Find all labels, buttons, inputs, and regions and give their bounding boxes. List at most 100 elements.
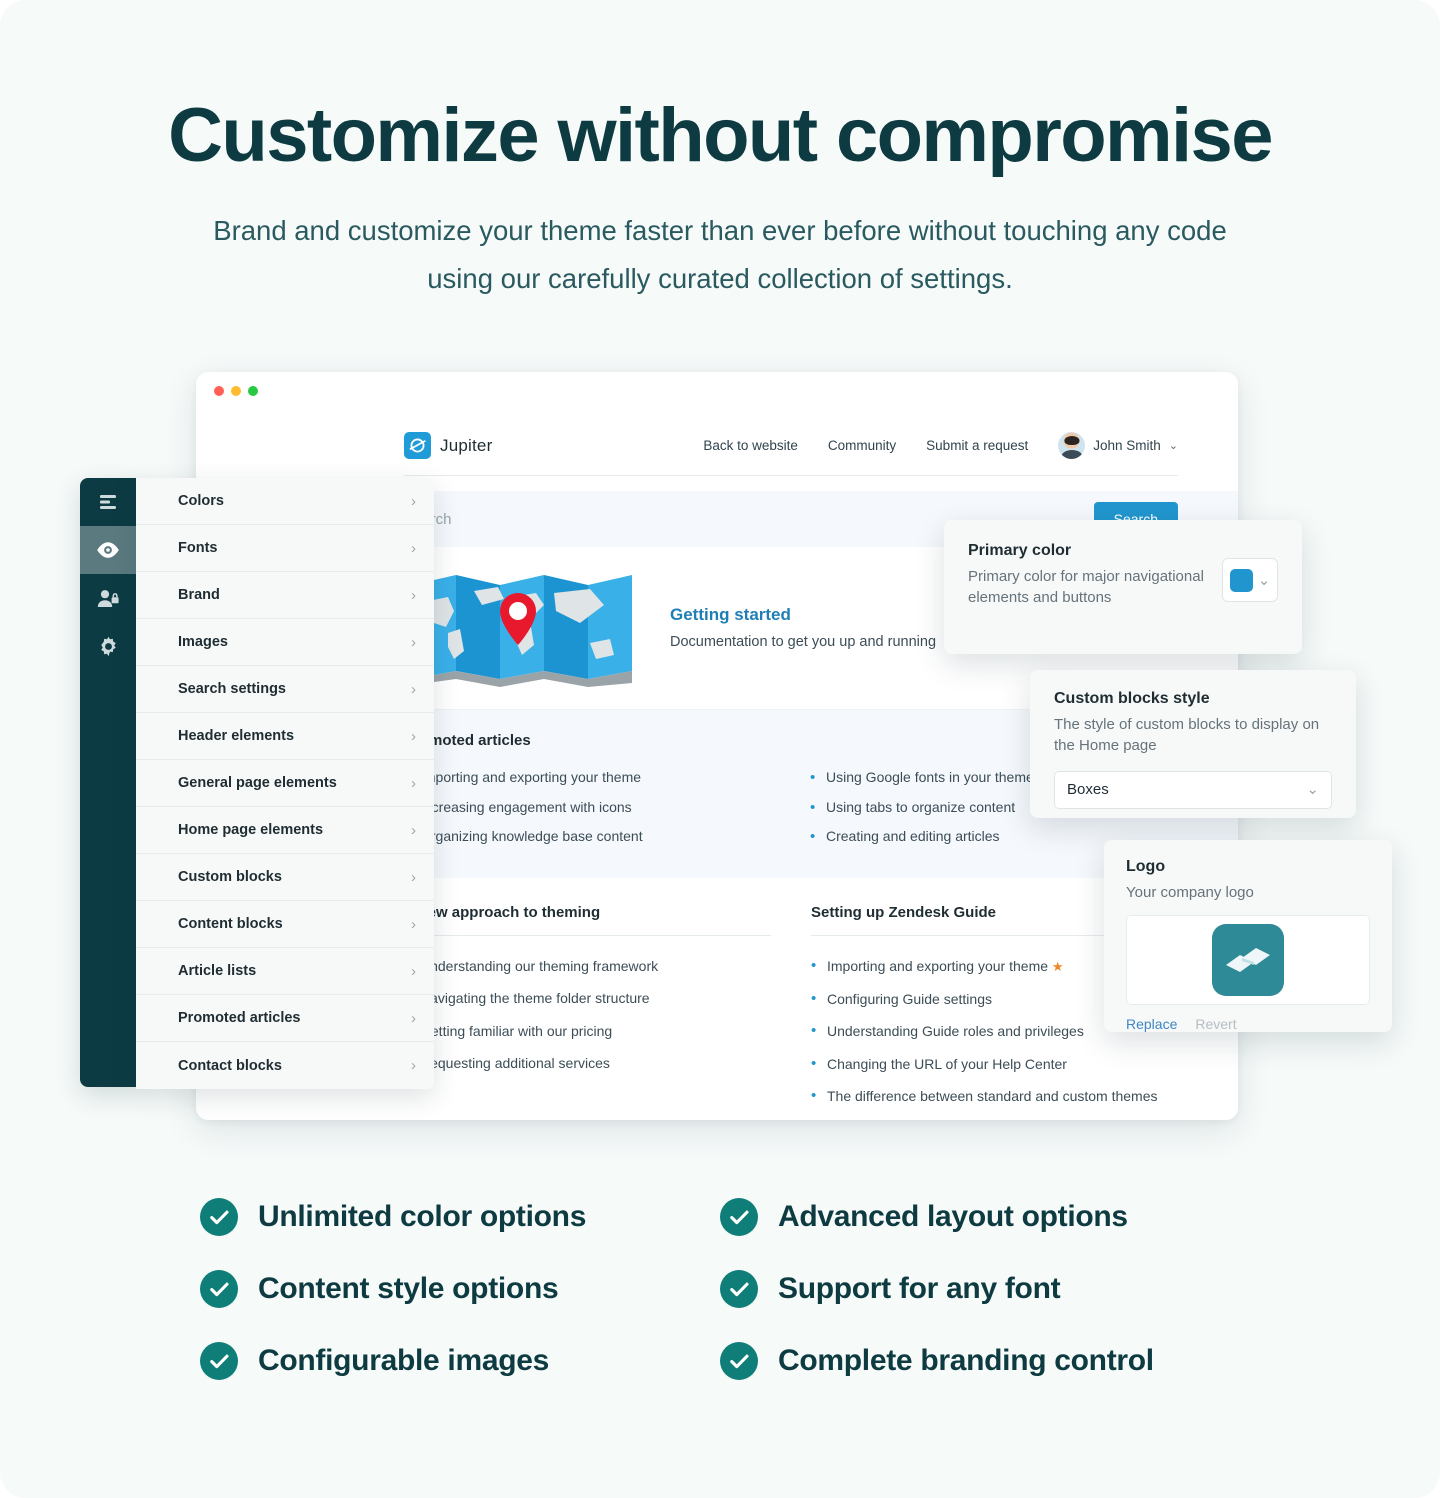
star-icon: ★ xyxy=(1051,959,1064,975)
settings-item-label: Home page elements xyxy=(178,822,324,838)
logo-preview xyxy=(1126,915,1370,1006)
select-value: Boxes xyxy=(1067,781,1109,799)
settings-item-search-settings[interactable]: Search settings › xyxy=(136,666,434,713)
settings-item-images[interactable]: Images › xyxy=(136,619,434,666)
feature-label: Advanced layout options xyxy=(778,1200,1128,1233)
custom-blocks-style-select[interactable]: Boxes ⌄ xyxy=(1054,770,1332,809)
settings-menu: Colors › Fonts › Brand › Images › Search… xyxy=(136,478,434,1089)
settings-item-colors[interactable]: Colors › xyxy=(136,478,434,525)
settings-item-article-lists[interactable]: Article lists › xyxy=(136,948,434,995)
sidebar-item-menu[interactable] xyxy=(80,478,136,526)
brand[interactable]: Jupiter xyxy=(404,432,492,459)
chevron-right-icon: › xyxy=(411,868,416,886)
list-item[interactable]: Requesting additional services xyxy=(404,1047,771,1079)
promoted-list-left: Importing and exporting your theme Incre… xyxy=(404,763,772,852)
check-icon xyxy=(200,1270,238,1308)
category-theming: A new approach to theming Understanding … xyxy=(404,904,771,1120)
chevron-right-icon: › xyxy=(411,915,416,933)
feature-list: Unlimited color options Advanced layout … xyxy=(200,1198,1240,1380)
card-title: Custom blocks style xyxy=(1054,690,1210,707)
promo-page: Customize without compromise Brand and c… xyxy=(0,0,1440,1498)
user-menu[interactable]: John Smith ⌄ xyxy=(1058,432,1178,459)
sidebar-item-settings[interactable] xyxy=(80,622,136,670)
settings-item-brand[interactable]: Brand › xyxy=(136,572,434,619)
user-name: John Smith xyxy=(1093,438,1161,453)
list-item[interactable]: Allowing unsafe HTML in articles xyxy=(811,1112,1178,1120)
replace-logo-link[interactable]: Replace xyxy=(1126,1016,1177,1032)
getting-started-text: Getting started Documentation to get you… xyxy=(670,605,936,650)
list-item[interactable]: Navigating the theme folder structure xyxy=(404,982,771,1014)
nav-community[interactable]: Community xyxy=(828,438,896,453)
card-description: Primary color for major navigational ele… xyxy=(968,568,1204,607)
chevron-right-icon: › xyxy=(411,539,416,557)
feature-item: Support for any font xyxy=(720,1270,1240,1308)
window-maximize-icon[interactable] xyxy=(248,386,258,396)
settings-item-custom-blocks[interactable]: Custom blocks › xyxy=(136,854,434,901)
category-title: A new approach to theming xyxy=(404,904,771,937)
avatar xyxy=(1058,432,1086,459)
list-item[interactable]: Changing the URL of your Help Center xyxy=(811,1048,1178,1080)
settings-item-home-page-elements[interactable]: Home page elements › xyxy=(136,807,434,854)
settings-item-label: Custom blocks xyxy=(178,869,282,885)
feature-item: Configurable images xyxy=(200,1342,720,1380)
card-description: Your company logo xyxy=(1126,884,1254,901)
chevron-right-icon: › xyxy=(411,586,416,604)
chevron-down-icon: ⌄ xyxy=(1257,571,1271,589)
menu-icon xyxy=(100,495,116,509)
settings-item-promoted-articles[interactable]: Promoted articles › xyxy=(136,995,434,1042)
feature-item: Content style options xyxy=(200,1270,720,1308)
nav-submit-a-request[interactable]: Submit a request xyxy=(926,438,1028,453)
settings-item-contact-blocks[interactable]: Contact blocks › xyxy=(136,1042,434,1089)
company-logo-icon xyxy=(1212,924,1284,997)
settings-item-label: Images xyxy=(178,634,228,650)
help-center-header: Jupiter Back to website Community Submit… xyxy=(196,410,1238,459)
feature-label: Support for any font xyxy=(778,1272,1061,1305)
chevron-right-icon: › xyxy=(411,821,416,839)
list-item[interactable]: Getting familiar with our pricing xyxy=(404,1015,771,1047)
settings-item-fonts[interactable]: Fonts › xyxy=(136,525,434,572)
feature-label: Unlimited color options xyxy=(258,1200,587,1233)
list-item[interactable]: Organizing knowledge base content xyxy=(404,822,772,852)
page-subtitle: Brand and customize your theme faster th… xyxy=(213,214,1227,294)
feature-label: Complete branding control xyxy=(778,1344,1154,1377)
folded-map-image xyxy=(412,575,632,687)
list-item[interactable]: Increasing engagement with icons xyxy=(404,793,772,823)
list-item[interactable]: Understanding our theming framework xyxy=(404,950,771,982)
color-picker-button[interactable]: ⌄ xyxy=(1222,558,1278,602)
settings-item-label: Content blocks xyxy=(178,916,283,932)
header-divider xyxy=(404,475,1178,476)
custom-blocks-style-card: Custom blocks style The style of custom … xyxy=(1030,670,1356,818)
settings-item-content-blocks[interactable]: Content blocks › xyxy=(136,901,434,948)
check-icon xyxy=(720,1270,758,1308)
window-close-icon[interactable] xyxy=(214,386,224,396)
settings-item-general-page-elements[interactable]: General page elements › xyxy=(136,760,434,807)
sidebar-item-permissions[interactable] xyxy=(80,574,136,622)
settings-item-label: Article lists xyxy=(178,963,257,979)
chevron-right-icon: › xyxy=(411,962,416,980)
hero-section: Customize without compromise Brand and c… xyxy=(0,0,1440,303)
eye-icon xyxy=(97,542,119,558)
check-icon xyxy=(720,1198,758,1236)
sidebar-item-preview[interactable] xyxy=(80,526,136,574)
user-lock-icon xyxy=(97,589,119,607)
gear-icon xyxy=(100,636,116,656)
color-swatch xyxy=(1229,568,1253,592)
help-center-nav: Back to website Community Submit a reque… xyxy=(703,432,1178,459)
settings-item-label: Search settings xyxy=(178,681,286,697)
settings-item-label: Promoted articles xyxy=(178,1010,301,1026)
card-description: The style of custom blocks to display on… xyxy=(1054,716,1320,755)
logo-card: Logo Your company logo Replace Revert xyxy=(1104,840,1392,1032)
chevron-right-icon: › xyxy=(411,492,416,510)
settings-item-label: Contact blocks xyxy=(178,1057,282,1074)
chevron-right-icon: › xyxy=(411,1057,416,1074)
check-icon xyxy=(200,1198,238,1236)
list-item[interactable]: Importing and exporting your theme xyxy=(404,763,772,793)
window-minimize-icon[interactable] xyxy=(231,386,241,396)
list-item[interactable]: The difference between standard and cust… xyxy=(811,1080,1178,1112)
nav-back-to-website[interactable]: Back to website xyxy=(703,438,798,453)
settings-item-header-elements[interactable]: Header elements › xyxy=(136,713,434,760)
settings-item-label: Fonts xyxy=(178,540,218,556)
jupiter-logo-icon xyxy=(404,432,431,459)
getting-started-title[interactable]: Getting started xyxy=(670,605,936,625)
getting-started-description: Documentation to get you up and running xyxy=(670,633,937,650)
